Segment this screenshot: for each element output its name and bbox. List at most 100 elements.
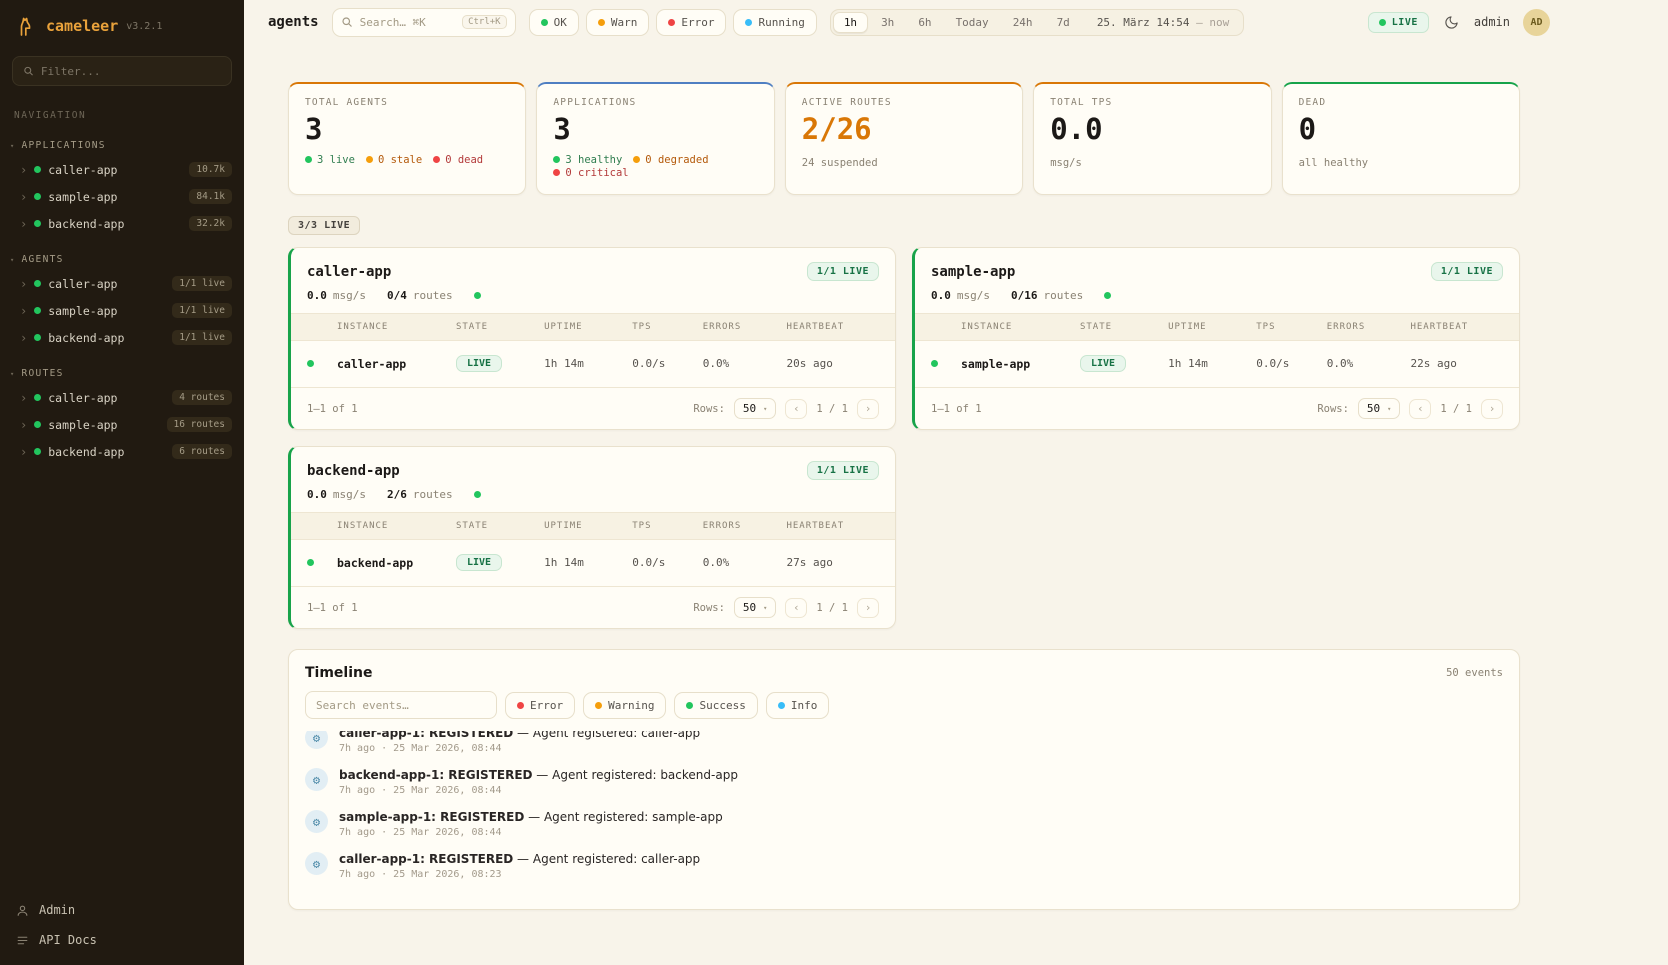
section-header-applications[interactable]: ▾ APPLICATIONS	[0, 135, 244, 156]
status-dot-icon	[34, 448, 41, 455]
filter-chip-running[interactable]: Running	[733, 9, 816, 36]
timeline-events-viewport[interactable]: ⚙ caller-app-1: REGISTERED — Agent regis…	[289, 731, 1519, 909]
range-button-3h[interactable]: 3h	[870, 12, 905, 33]
sidebar-item-label: backend-app	[48, 331, 124, 345]
range-button-24h[interactable]: 24h	[1002, 12, 1044, 33]
dark-mode-toggle[interactable]	[1442, 13, 1461, 32]
sidebar-item-badge: 16 routes	[167, 417, 232, 432]
col-heartbeat: HEARTBEAT	[786, 322, 879, 332]
routes-value: 0/16	[1011, 289, 1038, 302]
sidebar-item-api-docs[interactable]: API Docs	[16, 933, 228, 947]
tps-unit: msg/s	[333, 289, 366, 302]
stat-card-total-tps: TOTAL TPS 0.0 msg/s	[1033, 82, 1271, 195]
status-dot-icon	[307, 360, 314, 367]
ok-dot-icon	[305, 156, 312, 163]
prev-page-button[interactable]: ‹	[785, 399, 807, 419]
filter-chip-error[interactable]: Error	[656, 9, 726, 36]
sidebar-item-app-sample-app[interactable]: › sample-app 84.1k	[0, 183, 244, 210]
rows-per-page-select[interactable]: 50▾	[734, 398, 776, 419]
col-instance: INSTANCE	[337, 322, 456, 332]
next-page-button[interactable]: ›	[857, 598, 879, 618]
sidebar-item-badge: 6 routes	[172, 444, 232, 459]
uptime-cell: 1h 14m	[544, 357, 632, 370]
error-dot-icon	[517, 702, 524, 709]
prev-page-button[interactable]: ‹	[785, 598, 807, 618]
heartbeat-cell: 20s ago	[786, 357, 879, 370]
rows-per-page-select[interactable]: 50▾	[734, 597, 776, 618]
rows-per-page-select[interactable]: 50▾	[1358, 398, 1400, 419]
sidebar-item-agent-caller-app[interactable]: › caller-app 1/1 live	[0, 270, 244, 297]
range-button-6h[interactable]: 6h	[907, 12, 942, 33]
global-search[interactable]: Ctrl+K	[332, 8, 516, 37]
chevron-right-icon: ›	[20, 419, 27, 431]
next-page-button[interactable]: ›	[857, 399, 879, 419]
app-card-sample-app: sample-app 1/1 LIVE 0.0 msg/s 0/16 route…	[912, 247, 1520, 430]
app-card-title: sample-app	[931, 264, 1015, 280]
row-range: 1–1 of 1	[307, 403, 358, 415]
instance-name: caller-app	[337, 357, 456, 371]
global-search-input[interactable]	[360, 16, 455, 29]
section-header-routes[interactable]: ▾ ROUTES	[0, 363, 244, 384]
event-meta: 7h ago · 25 Mar 2026, 08:23	[339, 869, 700, 880]
timeline-chip-error[interactable]: Error	[505, 692, 575, 719]
status-dot-icon	[34, 307, 41, 314]
range-button-7d[interactable]: 7d	[1046, 12, 1081, 33]
sidebar-item-app-caller-app[interactable]: › caller-app 10.7k	[0, 156, 244, 183]
sidebar-item-badge: 10.7k	[189, 162, 232, 177]
tps-cell: 0.0/s	[632, 357, 703, 370]
docs-icon	[16, 934, 29, 947]
sidebar-item-admin[interactable]: Admin	[16, 903, 228, 917]
timeline-event[interactable]: ⚙ backend-app-1: REGISTERED — Agent regi…	[289, 761, 1519, 803]
page-indicator: 1 / 1	[816, 602, 848, 614]
sidebar-item-agent-sample-app[interactable]: › sample-app 1/1 live	[0, 297, 244, 324]
row-range: 1–1 of 1	[307, 602, 358, 614]
section-header-agents[interactable]: ▾ AGENTS	[0, 249, 244, 270]
prev-page-button[interactable]: ‹	[1409, 399, 1431, 419]
rows-label: Rows:	[1317, 403, 1349, 415]
range-end: now	[1209, 16, 1229, 29]
filter-chip-ok[interactable]: OK	[529, 9, 579, 36]
sidebar-item-app-backend-app[interactable]: › backend-app 32.2k	[0, 210, 244, 237]
table-row[interactable]: backend-app LIVE 1h 14m 0.0/s 0.0% 27s a…	[291, 540, 895, 585]
range-separator: —	[1196, 16, 1203, 29]
timeline-chip-info[interactable]: Info	[766, 692, 830, 719]
status-filter-chips: OK Warn Error Running	[529, 9, 817, 36]
timeline-event[interactable]: ⚙ caller-app-1: REGISTERED — Agent regis…	[289, 845, 1519, 887]
cameleer-logo-icon	[14, 14, 38, 38]
stat-subtext: msg/s	[1050, 157, 1254, 169]
sidebar-item-routes-caller-app[interactable]: › caller-app 4 routes	[0, 384, 244, 411]
range-button-1h[interactable]: 1h	[833, 12, 868, 33]
sidebar-section-agents: ▾ AGENTS › caller-app 1/1 live › sample-…	[0, 249, 244, 351]
table-row[interactable]: sample-app LIVE 1h 14m 0.0/s 0.0% 22s ag…	[915, 341, 1519, 386]
chip-label: Warning	[608, 699, 654, 712]
overview-live-badge: 3/3 LIVE	[288, 216, 360, 235]
timeline-title: Timeline	[305, 665, 373, 681]
sidebar-item-routes-backend-app[interactable]: › backend-app 6 routes	[0, 438, 244, 465]
timeline-chip-warning[interactable]: Warning	[583, 692, 666, 719]
warn-dot-icon	[633, 156, 640, 163]
sidebar-filter[interactable]	[12, 56, 232, 86]
app-card-caller-app: caller-app 1/1 LIVE 0.0 msg/s 0/4 routes…	[288, 247, 896, 430]
next-page-button[interactable]: ›	[1481, 399, 1503, 419]
sidebar-item-label: caller-app	[48, 163, 117, 177]
search-icon	[23, 65, 34, 77]
routes-value: 2/6	[387, 488, 407, 501]
app-card-header: sample-app 1/1 LIVE	[915, 248, 1519, 289]
state-badge: LIVE	[1080, 355, 1126, 372]
content: TOTAL AGENTS 3 3 live 0 stale 0 dead APP…	[244, 44, 1668, 965]
timeline-event[interactable]: ⚙ caller-app-1: REGISTERED — Agent regis…	[289, 731, 1519, 761]
sidebar-filter-input[interactable]	[41, 65, 221, 78]
sidebar-item-agent-backend-app[interactable]: › backend-app 1/1 live	[0, 324, 244, 351]
sidebar-footer-label: API Docs	[39, 933, 97, 947]
table-row[interactable]: caller-app LIVE 1h 14m 0.0/s 0.0% 20s ag…	[291, 341, 895, 386]
timeline-event[interactable]: ⚙ sample-app-1: REGISTERED — Agent regis…	[289, 803, 1519, 845]
timeline-chip-success[interactable]: Success	[674, 692, 757, 719]
sidebar-item-routes-sample-app[interactable]: › sample-app 16 routes	[0, 411, 244, 438]
avatar[interactable]: AD	[1523, 9, 1550, 36]
app-card-header: caller-app 1/1 LIVE	[291, 248, 895, 289]
tps-cell: 0.0/s	[1256, 357, 1327, 370]
range-button-today[interactable]: Today	[945, 12, 1000, 33]
filter-chip-warn[interactable]: Warn	[586, 9, 650, 36]
gear-icon: ⚙	[305, 731, 328, 749]
timeline-search-input[interactable]	[305, 691, 497, 719]
